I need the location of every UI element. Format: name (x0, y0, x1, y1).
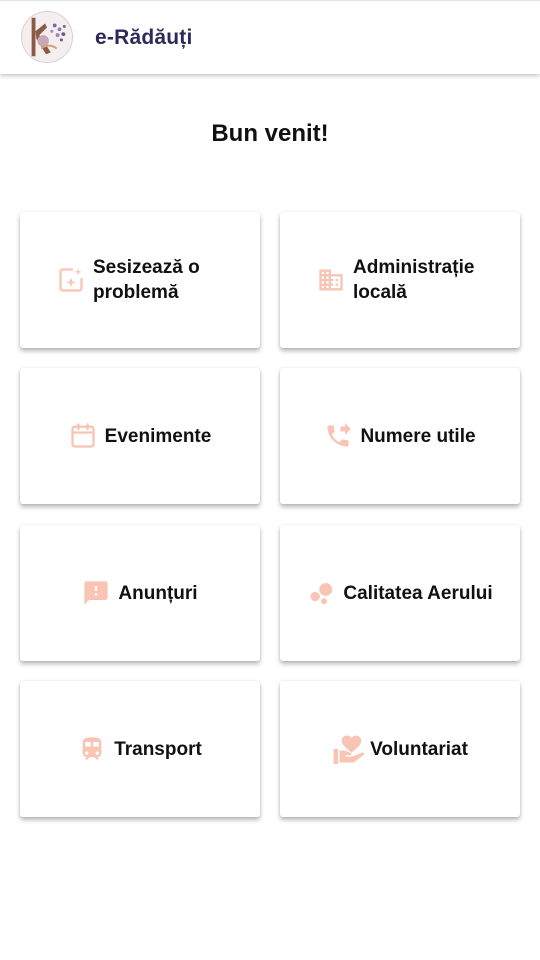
app-bar: e-Rădăuți (0, 0, 540, 74)
calendar-icon (69, 422, 97, 450)
tile-label: Transport (114, 738, 202, 760)
tile-report-issue[interactable]: Sesizează o problemă (20, 212, 260, 348)
tile-transport[interactable]: Transport (20, 681, 260, 817)
tile-announcements[interactable]: Anunțuri (20, 525, 260, 661)
tile-label: Sesizează o problemă (93, 257, 200, 303)
tile-events[interactable]: Evenimente (20, 368, 260, 504)
phone-forward-icon (324, 422, 352, 450)
building-icon (317, 266, 345, 294)
tile-volunteering[interactable]: Voluntariat (280, 681, 520, 817)
announcement-icon (82, 579, 110, 607)
heart-hand-icon (332, 731, 368, 767)
tile-label: Numere utile (360, 425, 476, 447)
app-title: e-Rădăuți (95, 26, 193, 49)
tile-label: Administrație locală (353, 257, 475, 303)
welcome-heading: Bun venit! (211, 120, 329, 147)
tile-label: Calitatea Aerului (343, 582, 493, 604)
tile-air-quality[interactable]: Calitatea Aerului (280, 525, 520, 661)
train-icon (78, 735, 106, 763)
bubbles-icon (307, 579, 335, 607)
report-issue-icon (57, 266, 85, 294)
tile-label: Anunțuri (118, 582, 198, 604)
tile-label: Evenimente (104, 425, 212, 447)
tile-label: Voluntariat (370, 738, 468, 760)
city-logo-icon[interactable] (21, 11, 73, 63)
tile-local-administration[interactable]: Administrație locală (280, 212, 520, 348)
tile-useful-numbers[interactable]: Numere utile (280, 368, 520, 504)
